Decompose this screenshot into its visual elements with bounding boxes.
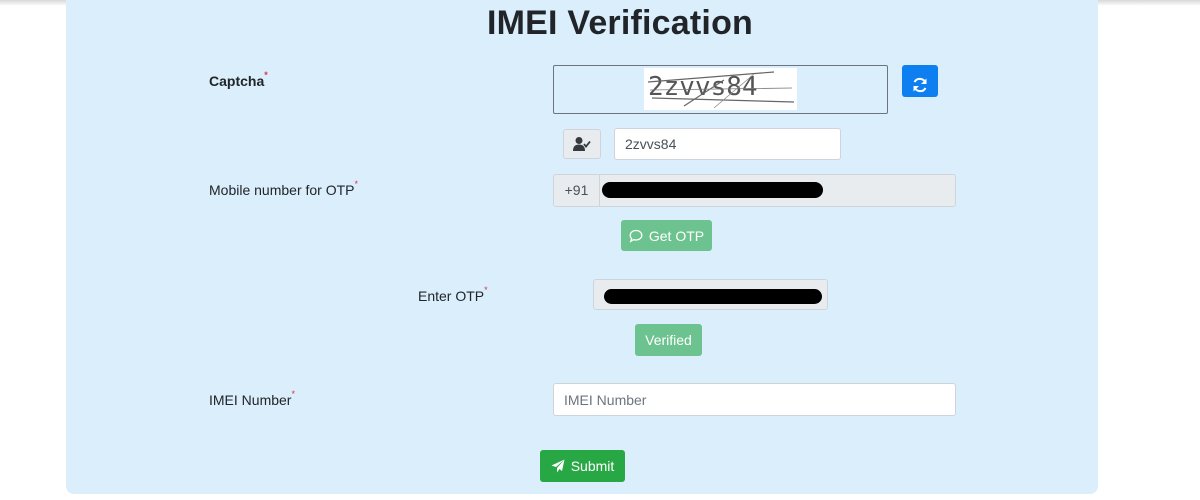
captcha-image-frame: 2zvvs84 [553,65,888,114]
otp-label: Enter OTP* [418,285,488,304]
submit-button[interactable]: Submit [540,450,625,482]
refresh-captcha-button[interactable] [902,65,938,97]
chat-bubble-icon [629,229,643,243]
required-mark: * [264,70,268,80]
required-mark: * [291,389,295,399]
country-code-prefix: +91 [554,175,600,206]
otp-label-text: Enter OTP [418,288,485,304]
redacted-otp [604,289,822,304]
refresh-icon [913,77,927,92]
get-otp-button[interactable]: Get OTP [621,220,712,251]
mobile-label: Mobile number for OTP* [209,179,359,198]
required-mark: * [484,285,488,295]
imei-label-text: IMEI Number [209,392,292,408]
imei-label: IMEI Number* [209,389,295,408]
verified-label: Verified [645,332,692,348]
mobile-number-field[interactable]: +91 [553,174,956,207]
captcha-text: 2zvvs84 [648,72,758,102]
redacted-mobile-number [602,182,823,198]
required-mark: * [354,179,359,189]
imei-number-input[interactable] [553,383,956,416]
otp-field[interactable] [593,279,828,310]
get-otp-label: Get OTP [648,227,705,244]
verified-button[interactable]: Verified [635,324,702,356]
paper-plane-icon [551,459,565,473]
captcha-input-icon-box [563,129,601,159]
user-check-icon [573,137,591,151]
captcha-label: Captcha* [209,70,268,89]
mobile-label-text: Mobile number for OTP [209,182,355,198]
captcha-image-graphic: 2zvvs84 [647,71,795,109]
submit-label: Submit [570,458,615,474]
page-title: IMEI Verification [486,4,754,42]
captcha-image: 2zvvs84 [644,68,797,110]
captcha-input[interactable] [614,128,841,160]
captcha-label-text: Captcha [209,73,265,89]
